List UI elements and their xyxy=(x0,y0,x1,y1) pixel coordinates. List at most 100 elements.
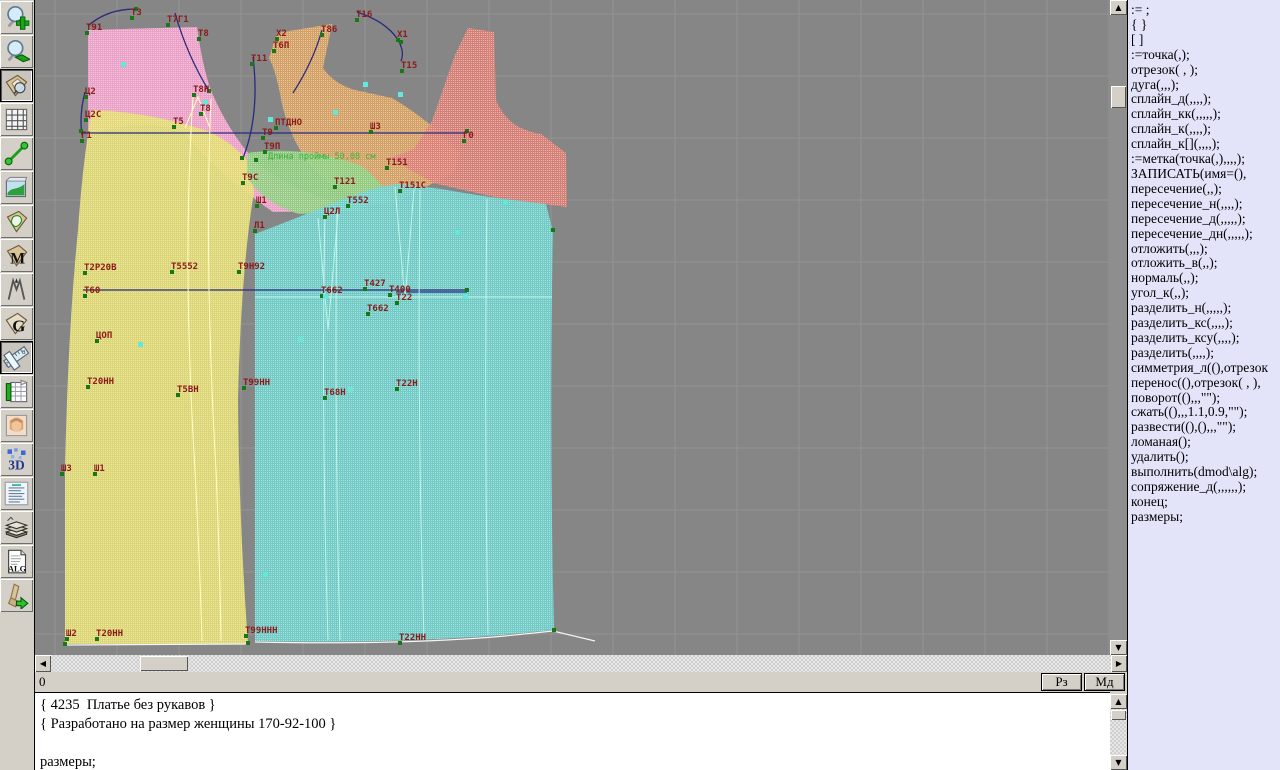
segment-tool[interactable] xyxy=(0,137,33,170)
size-table-tool[interactable] xyxy=(0,375,33,408)
command-item[interactable]: пересечение_д(,,,,,); xyxy=(1131,212,1280,227)
pattern-m-tool[interactable]: M xyxy=(0,239,33,272)
editor-vscroll-thumb[interactable] xyxy=(1111,710,1126,720)
command-item[interactable]: отложить_в(,,); xyxy=(1131,256,1280,271)
zoom-in-tool-icon xyxy=(3,4,30,31)
point-label: Т427 xyxy=(364,279,386,289)
command-item[interactable]: разделить_кс(,,,,); xyxy=(1131,316,1280,331)
command-item[interactable]: сопряжение_д(,,,,,,); xyxy=(1131,480,1280,495)
grid-tool[interactable] xyxy=(0,103,33,136)
command-item[interactable]: := ; xyxy=(1131,3,1280,18)
command-item[interactable]: ЗАПИСАТЬ(имя=(), xyxy=(1131,167,1280,182)
canvas-horizontal-scrollbar[interactable]: ◀ ▶ xyxy=(35,655,1127,672)
scroll-left-icon[interactable]: ◀ xyxy=(35,655,51,672)
command-item[interactable]: дуга(,,,); xyxy=(1131,78,1280,93)
point-label: Ц2Л xyxy=(324,207,340,217)
pattern-canvas[interactable]: Т91Т3Т7Г1Т8Т11Х2Т6ПТ86Т16Х1Т15Ц2Т8НЦ2СТ5… xyxy=(35,0,1110,655)
command-item[interactable]: пересечение_дн(,,,,,); xyxy=(1131,227,1280,242)
command-item[interactable]: разделить_ксу(,,,,); xyxy=(1131,331,1280,346)
command-item[interactable]: угол_к(,,); xyxy=(1131,286,1280,301)
point-label: Т151 xyxy=(386,158,408,168)
model-photo-tool[interactable] xyxy=(0,409,33,442)
command-item[interactable]: :=точка(,); xyxy=(1131,48,1280,63)
command-item[interactable]: [ ] xyxy=(1131,33,1280,48)
zoom-out-tool[interactable] xyxy=(0,35,33,68)
archive-books-tool-icon xyxy=(3,514,30,541)
scroll-down-icon[interactable]: ▼ xyxy=(1110,755,1127,770)
point-label: Т11 xyxy=(251,54,267,64)
point-label: Т99НН xyxy=(243,378,270,388)
grazia-g-tool[interactable]: G xyxy=(0,307,33,340)
archive-books-tool[interactable] xyxy=(0,511,33,544)
point-label: Т662 xyxy=(321,286,343,296)
command-item[interactable]: выполнить(dmod\alg); xyxy=(1131,465,1280,480)
command-item[interactable]: ломаная(); xyxy=(1131,435,1280,450)
algorithm-doc-tool[interactable]: ALG xyxy=(0,545,33,578)
command-item[interactable]: сплайн_д(,,,,); xyxy=(1131,92,1280,107)
grid-tool-icon xyxy=(3,106,30,133)
compass-tool[interactable] xyxy=(0,273,33,306)
rz-button[interactable]: Рз xyxy=(1041,673,1082,691)
canvas-vscroll-thumb[interactable] xyxy=(1111,86,1126,108)
md-button[interactable]: Мд xyxy=(1084,673,1125,691)
point-label: Т3 xyxy=(131,8,142,18)
view-3d-tool-icon: 3D xyxy=(3,446,30,473)
point-label: Т91 xyxy=(86,23,102,33)
command-item[interactable]: сплайн_кк(,,,,,); xyxy=(1131,107,1280,122)
command-item[interactable]: конец; xyxy=(1131,495,1280,510)
command-item[interactable]: пересечение_н(,,,,); xyxy=(1131,197,1280,212)
point-label: Т8Н xyxy=(193,85,209,95)
command-item[interactable]: разделить_н(,,,,,); xyxy=(1131,301,1280,316)
text-list-tool[interactable] xyxy=(0,477,33,510)
scroll-up-icon[interactable]: ▲ xyxy=(1110,0,1127,15)
drafting-tools[interactable]: 78 xyxy=(0,341,33,374)
command-item[interactable]: :=метка(точка(,),,,,); xyxy=(1131,152,1280,167)
command-item[interactable]: нормаль(,,); xyxy=(1131,271,1280,286)
command-item[interactable]: удалить(); xyxy=(1131,450,1280,465)
pattern-piece-tool[interactable] xyxy=(0,205,33,238)
command-item[interactable]: пересечение(,,); xyxy=(1131,182,1280,197)
picture-tool[interactable] xyxy=(0,171,33,204)
point-label: Ш1 xyxy=(94,464,105,474)
point-label: Т15 xyxy=(401,61,417,71)
scroll-up-icon[interactable]: ▲ xyxy=(1110,694,1127,709)
canvas-hscroll-thumb[interactable] xyxy=(140,656,188,671)
canvas-vertical-scrollbar[interactable]: ▲ ▼ xyxy=(1110,0,1127,655)
zoom-in-tool[interactable] xyxy=(0,1,33,34)
point-label: Т151С xyxy=(399,181,426,191)
point-label: Т9Н92 xyxy=(238,262,265,272)
command-item[interactable]: { } xyxy=(1131,18,1280,33)
scroll-right-icon[interactable]: ▶ xyxy=(1111,655,1127,672)
point-label: Ш3 xyxy=(61,464,72,474)
clear-broom-tool[interactable] xyxy=(0,579,33,612)
point-label: Т22НН xyxy=(399,633,426,643)
scroll-down-icon[interactable]: ▼ xyxy=(1110,640,1127,655)
svg-text:G: G xyxy=(12,316,25,335)
pattern-drawing[interactable]: Т91Т3Т7Г1Т8Т11Х2Т6ПТ86Т16Х1Т15Ц2Т8НЦ2СТ5… xyxy=(35,0,1110,655)
command-item[interactable]: поворот((),,,""); xyxy=(1131,391,1280,406)
point-label: Г0 xyxy=(463,131,474,141)
algorithm-editor-text[interactable]: { 4235 Платье без рукавов } { Разработан… xyxy=(35,693,1110,770)
point-label: Т16 xyxy=(356,10,372,20)
point-label: Т20НН xyxy=(87,377,114,387)
command-item[interactable]: размеры; xyxy=(1131,510,1280,525)
editor-vertical-scrollbar[interactable]: ▲ ▼ xyxy=(1110,694,1127,770)
command-item[interactable]: отрезок( , ); xyxy=(1131,63,1280,78)
point-label: Ш1 xyxy=(256,196,267,206)
segment-tool-icon xyxy=(3,140,30,167)
command-item[interactable]: сплайн_к(,,,,); xyxy=(1131,122,1280,137)
view-3d-tool[interactable]: 3D xyxy=(0,443,33,476)
point-label: Т8 xyxy=(198,29,209,39)
command-item[interactable]: отложить(,,,); xyxy=(1131,242,1280,257)
algorithm-doc-tool-icon: ALG xyxy=(3,548,30,575)
svg-text:ALG: ALG xyxy=(8,564,27,574)
command-item[interactable]: развести((),(),,,""); xyxy=(1131,420,1280,435)
command-item[interactable]: сжать((),,,1.1,0.9,""); xyxy=(1131,405,1280,420)
command-item[interactable]: разделить(,,,,); xyxy=(1131,346,1280,361)
command-item[interactable]: сплайн_к[](,,,,); xyxy=(1131,137,1280,152)
command-item[interactable]: перенос((),отрезок( , ), xyxy=(1131,376,1280,391)
view-pattern-tool[interactable] xyxy=(0,69,33,102)
pattern-m-tool-icon: M xyxy=(3,242,30,269)
algorithm-editor[interactable]: { 4235 Платье без рукавов } { Разработан… xyxy=(35,692,1110,770)
command-item[interactable]: симметрия_л((),отрезок xyxy=(1131,361,1280,376)
